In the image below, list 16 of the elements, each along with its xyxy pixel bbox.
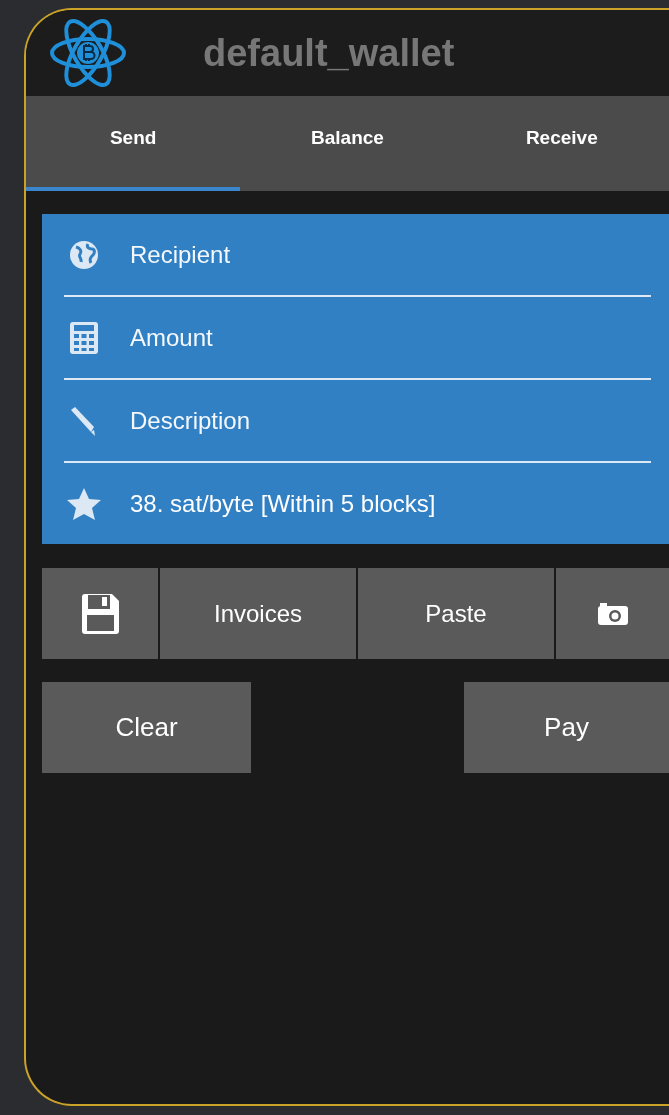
tab[interactable]: Send: [26, 96, 241, 191]
camera-button[interactable]: [556, 568, 669, 659]
description-field[interactable]: Description: [130, 406, 651, 435]
toolbar-button[interactable]: Invoices: [160, 568, 356, 659]
star-icon: [66, 486, 102, 521]
recipient-field[interactable]: Recipient: [130, 240, 651, 269]
globe-icon: [68, 238, 100, 271]
toolbar-button[interactable]: Paste: [358, 568, 554, 659]
amount-field[interactable]: Amount: [130, 323, 651, 352]
save-button[interactable]: [42, 568, 158, 659]
fee-rate-text[interactable]: 38. sat/byte [Within 5 blocks]: [130, 489, 651, 518]
wallet-title: default_wallet: [203, 31, 455, 75]
calculator-icon: [68, 320, 100, 355]
action-button[interactable]: Clear: [42, 682, 251, 773]
tab[interactable]: Receive: [454, 96, 669, 191]
tab[interactable]: Balance: [240, 96, 455, 191]
